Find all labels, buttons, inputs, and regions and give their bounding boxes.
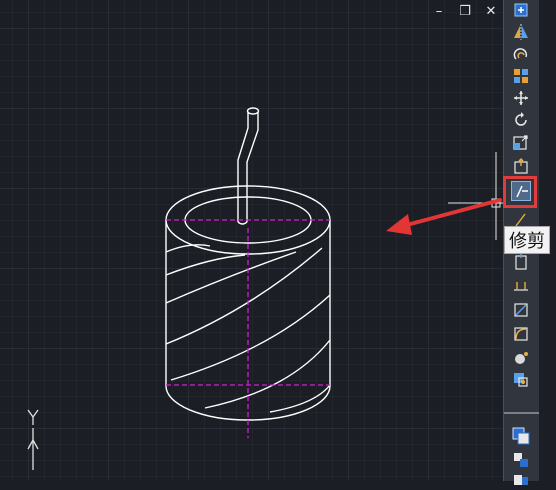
grid-major bbox=[0, 0, 503, 481]
fillet-icon bbox=[514, 327, 528, 341]
properties-icon bbox=[512, 427, 530, 445]
rotate-tool[interactable] bbox=[510, 110, 532, 130]
paste-icon bbox=[514, 475, 528, 485]
toolbar-divider bbox=[504, 412, 540, 414]
minimize-button[interactable]: – bbox=[430, 3, 448, 19]
array-icon bbox=[514, 69, 528, 83]
drawing-canvas[interactable]: – ❐ ✕ bbox=[0, 0, 503, 481]
copy-tool[interactable] bbox=[510, 450, 532, 470]
blend-curves-icon bbox=[515, 352, 528, 364]
fillet-tool[interactable] bbox=[510, 324, 532, 344]
join-tool[interactable] bbox=[510, 276, 532, 296]
drawing-svg[interactable] bbox=[0, 0, 503, 481]
add-object-icon bbox=[514, 3, 528, 17]
explode-icon bbox=[514, 373, 528, 387]
mirror-tool[interactable] bbox=[510, 22, 532, 42]
blend-tool[interactable] bbox=[510, 348, 532, 368]
window-controls: – ❐ ✕ bbox=[430, 2, 500, 20]
move-icon bbox=[514, 91, 528, 105]
restore-button[interactable]: ❐ bbox=[456, 3, 474, 19]
stretch-icon bbox=[514, 158, 528, 174]
offset-icon bbox=[513, 48, 528, 60]
properties-tool[interactable] bbox=[510, 426, 532, 446]
stretch-tool[interactable] bbox=[510, 156, 532, 176]
tooltip-text: 修剪 bbox=[509, 231, 545, 252]
move-tool[interactable] bbox=[510, 88, 532, 108]
scale-icon bbox=[513, 135, 528, 150]
explode-tool[interactable] bbox=[510, 370, 532, 390]
copy-icon bbox=[514, 453, 528, 467]
chamfer-icon bbox=[514, 303, 528, 317]
mirror-icon bbox=[514, 24, 528, 40]
array-tool[interactable] bbox=[510, 66, 532, 86]
break-icon bbox=[515, 254, 527, 270]
add-object-tool[interactable] bbox=[510, 0, 532, 20]
join-icon bbox=[514, 282, 528, 291]
paste-tool[interactable] bbox=[510, 470, 532, 490]
scale-tool[interactable] bbox=[510, 132, 532, 152]
chamfer-tool[interactable] bbox=[510, 300, 532, 320]
rotate-icon bbox=[515, 112, 527, 126]
break-tool[interactable] bbox=[510, 252, 532, 272]
trim-tool-highlight bbox=[503, 176, 537, 208]
trim-tooltip: 修剪 bbox=[504, 226, 550, 254]
offset-tool[interactable] bbox=[510, 44, 532, 64]
close-button[interactable]: ✕ bbox=[482, 3, 500, 19]
